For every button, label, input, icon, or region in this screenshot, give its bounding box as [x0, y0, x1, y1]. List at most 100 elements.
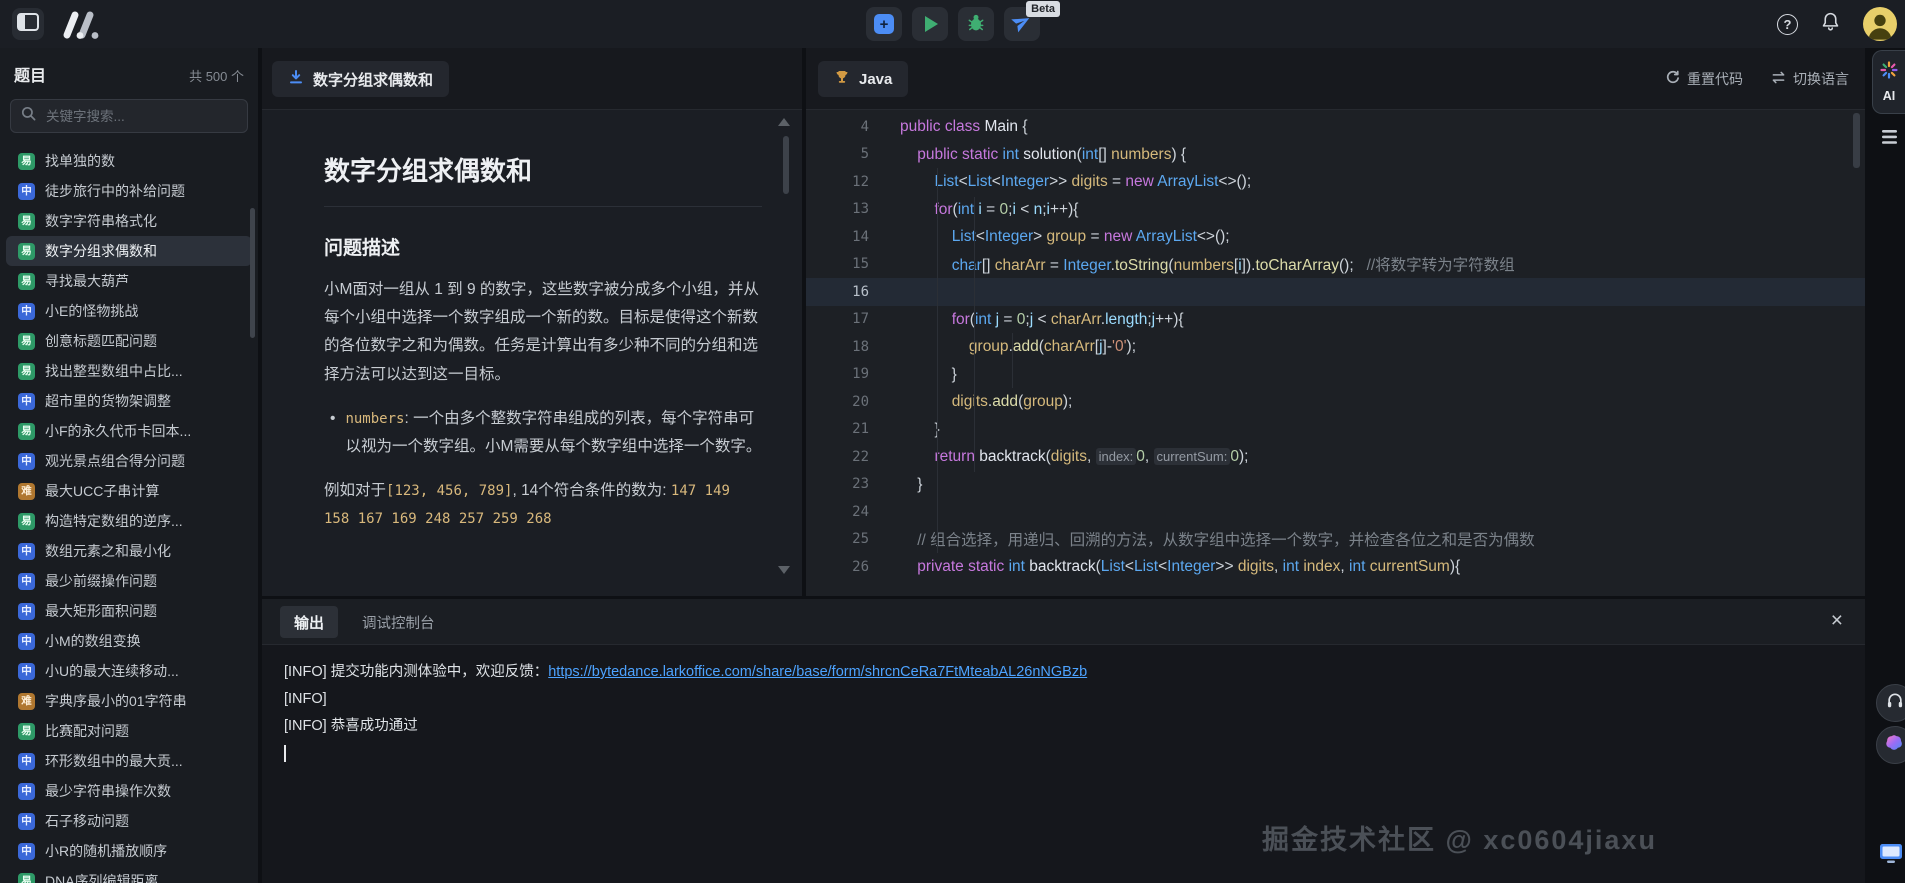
code-line[interactable]: 23 } — [806, 471, 1865, 499]
code-text: } — [900, 420, 940, 438]
support-button[interactable] — [1876, 684, 1905, 722]
code-line[interactable]: 21 } — [806, 416, 1865, 444]
submit-button[interactable]: Beta — [1004, 1, 1060, 41]
problem-list-item[interactable]: 易找出整型数组中占比... — [6, 356, 252, 386]
problem-list-item[interactable]: 易数字字符串格式化 — [6, 206, 252, 236]
ai-assistant-button[interactable]: AI — [1872, 50, 1905, 114]
tab-debug-console[interactable]: 调试控制台 — [362, 599, 435, 645]
problem-list-item[interactable]: 难字典序最小的01字符串 — [6, 686, 252, 716]
problem-list-item[interactable]: 易找单独的数 — [6, 146, 252, 176]
problem-list-item[interactable]: 易 DNA序列编辑距离 — [6, 866, 252, 883]
sparkle-icon — [1880, 61, 1898, 84]
debug-button[interactable] — [958, 7, 994, 41]
indent-guide — [937, 168, 938, 553]
problem-description-panel: 数字分组求偶数和 数字分组求偶数和 问题描述 小M面对一组从 1 到 9 的数字… — [262, 48, 802, 596]
difficulty-badge: 易 — [18, 872, 35, 883]
problem-label: 创意标题匹配问题 — [45, 333, 157, 349]
create-button[interactable]: + — [866, 7, 902, 41]
user-avatar[interactable] — [1863, 7, 1897, 41]
feedback-button[interactable] — [1876, 840, 1905, 872]
ai-brain-button[interactable] — [1876, 726, 1905, 764]
problem-list-item[interactable]: 中小U的最大连续移动... — [6, 656, 252, 686]
sidebar-toggle-button[interactable] — [12, 8, 44, 40]
problem-list-item[interactable]: 中小E的怪物挑战 — [6, 296, 252, 326]
code-line[interactable]: 15 char[] charArr = Integer.toString(num… — [806, 251, 1865, 279]
problem-list-item[interactable]: 中观光景点组合得分问题 — [6, 446, 252, 476]
problem-list-item[interactable]: 中最大矩形面积问题 — [6, 596, 252, 626]
problem-label: DNA序列编辑距离 — [45, 873, 159, 883]
reset-code-button[interactable]: 重置代码 — [1665, 69, 1743, 89]
description-text: 例如对于 — [324, 482, 387, 500]
tab-output[interactable]: 输出 — [280, 606, 339, 638]
code-line[interactable]: 22 return backtrack(digits, index: 0, cur… — [806, 443, 1865, 471]
problem-label: 最少字符串操作次数 — [45, 783, 171, 799]
language-tab-java[interactable]: Java — [818, 61, 909, 97]
code-line[interactable]: 24 — [806, 498, 1865, 526]
code-line[interactable]: 12 List<List<Integer>> digits = new Arra… — [806, 168, 1865, 196]
problem-list-item[interactable]: 易构造特定数组的逆序... — [6, 506, 252, 536]
editor-scrollbar[interactable] — [1853, 113, 1860, 168]
close-icon[interactable]: × — [1831, 608, 1843, 634]
bullet-dot: • — [330, 409, 336, 427]
sidebar-scrollbar[interactable] — [250, 208, 255, 338]
problem-list-item[interactable]: 中徒步旅行中的补给问题 — [6, 176, 252, 206]
problem-label: 找单独的数 — [45, 153, 115, 169]
problem-list-item[interactable]: 中超市里的货物架调整 — [6, 386, 252, 416]
problem-list-item[interactable]: 易比赛配对问题 — [6, 716, 252, 746]
code-line[interactable]: 19 } — [806, 361, 1865, 389]
console-output: [INFO] 提交功能内测体验中，欢迎反馈：https://bytedance.… — [284, 659, 1845, 767]
problem-list-item[interactable]: 易数字分组求偶数和 — [6, 236, 252, 266]
problem-label: 数字字符串格式化 — [45, 213, 157, 229]
sidebar-title: 题目 — [14, 68, 47, 85]
swap-arrows-icon — [1771, 70, 1786, 88]
log-level-prefix: [INFO] — [284, 664, 327, 680]
problem-list-item[interactable]: 中石子移动问题 — [6, 806, 252, 836]
scroll-down-arrow-icon[interactable] — [778, 566, 790, 574]
problem-label: 观光景点组合得分问题 — [45, 453, 185, 469]
list-icon — [1881, 129, 1900, 150]
difficulty-badge: 中 — [18, 572, 35, 590]
line-number: 21 — [852, 421, 869, 438]
code-line[interactable]: 14 List<Integer> group = new ArrayList<>… — [806, 223, 1865, 251]
code-line[interactable]: 13 for(int i = 0;i < n;i++){ — [806, 196, 1865, 224]
problem-list-item[interactable]: 中最少前缀操作问题 — [6, 566, 252, 596]
notifications-bell-icon[interactable] — [1820, 11, 1841, 37]
problem-list-item[interactable]: 中小R的随机播放顺序 — [6, 836, 252, 866]
problem-list-item[interactable]: 易创意标题匹配问题 — [6, 326, 252, 356]
help-icon[interactable]: ? — [1777, 13, 1798, 35]
description-scrollbar[interactable] — [783, 136, 789, 194]
code-line[interactable]: 18 group.add(charArr[j]-'0'); — [806, 333, 1865, 361]
run-button[interactable] — [912, 7, 948, 41]
problem-list-toggle-button[interactable] — [1876, 122, 1905, 156]
code-line[interactable]: 16 — [806, 278, 1865, 306]
code-line[interactable]: 20 digits.add(group); — [806, 388, 1865, 416]
code-line[interactable]: 17 for(int j = 0;j < charArr.length;j++)… — [806, 306, 1865, 334]
scroll-up-arrow-icon[interactable] — [778, 118, 790, 126]
problem-list-item[interactable]: 中最少字符串操作次数 — [6, 776, 252, 806]
topbar: + Beta ? — [0, 0, 1905, 48]
problem-list-item[interactable]: 中环形数组中的最大贡... — [6, 746, 252, 776]
difficulty-badge: 易 — [18, 242, 35, 260]
terminal-cursor — [284, 744, 286, 762]
problem-list-item[interactable]: 易小F的永久代币卡回本... — [6, 416, 252, 446]
line-number: 24 — [852, 503, 869, 520]
problem-list-item[interactable]: 中数组元素之和最小化 — [6, 536, 252, 566]
description-text: , 14个符合条件的数为: — [512, 482, 671, 500]
code-line[interactable]: 5 public static int solution(int[] numbe… — [806, 141, 1865, 169]
problem-tab[interactable]: 数字分组求偶数和 — [272, 61, 450, 97]
search-input[interactable] — [44, 107, 237, 125]
difficulty-badge: 易 — [18, 362, 35, 380]
feedback-link[interactable]: https://bytedance.larkoffice.com/share/b… — [548, 664, 1087, 680]
code-line[interactable]: 25 // 组合选择，用递归、回溯的方法，从数字组中选择一个数字，并检查各位之和… — [806, 526, 1865, 554]
problem-list-item[interactable]: 难最大UCC子串计算 — [6, 476, 252, 506]
problem-list-item[interactable]: 中小M的数组变换 — [6, 626, 252, 656]
code-editor[interactable]: 4 public class Main {5 public static int … — [806, 111, 1865, 596]
code-line[interactable]: 4 public class Main { — [806, 113, 1865, 141]
search-icon — [21, 106, 36, 126]
problem-list-item[interactable]: 易寻找最大葫芦 — [6, 266, 252, 296]
search-box[interactable] — [10, 99, 248, 133]
code-line[interactable]: 26 private static int backtrack(List<Lis… — [806, 553, 1865, 581]
monitor-icon — [1879, 843, 1903, 870]
switch-language-button[interactable]: 切换语言 — [1771, 69, 1849, 89]
switch-language-label: 切换语言 — [1793, 71, 1849, 87]
